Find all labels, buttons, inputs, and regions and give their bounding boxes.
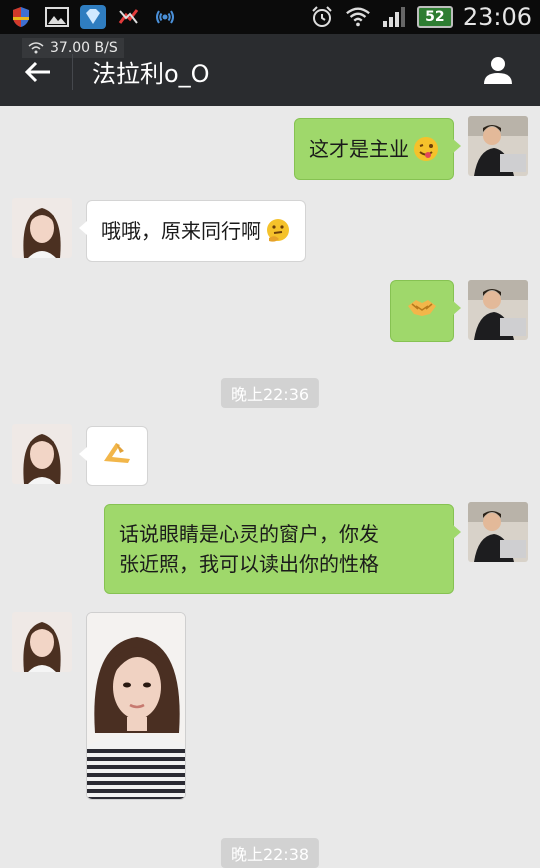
- photo-message[interactable]: [86, 612, 186, 800]
- wifi-icon: [345, 5, 371, 29]
- back-button[interactable]: [18, 52, 58, 92]
- gallery-icon: [44, 5, 70, 29]
- shield-icon: [8, 5, 34, 29]
- message-timestamp: 晚上22:38: [220, 838, 320, 868]
- winking-tongue-emoji-icon: [413, 136, 439, 162]
- pinched-hand-emoji-icon: [102, 439, 132, 473]
- message-text-line-2: 张近照，我可以读出你的性格: [119, 552, 379, 576]
- message-bubble-incoming[interactable]: [79, 426, 148, 486]
- my-avatar[interactable]: [468, 116, 528, 176]
- status-bar: 52 23:06: [0, 0, 540, 34]
- message-text: 这才是主业: [309, 137, 409, 161]
- contact-avatar[interactable]: [12, 424, 72, 484]
- status-icons-left: [8, 5, 178, 29]
- message-bubble-outgoing[interactable]: [390, 280, 461, 342]
- wireless-signal-icon: [152, 5, 178, 29]
- chat-header: 37.00 B/S 法拉利o_O: [0, 34, 540, 106]
- battery-indicator: 52: [416, 6, 453, 28]
- my-avatar[interactable]: [468, 280, 528, 340]
- message-timestamp: 晚上22:36: [220, 378, 320, 408]
- header-divider: [72, 54, 73, 90]
- message-bubble-incoming[interactable]: 哦哦，原来同行啊: [79, 200, 306, 262]
- thinking-emoji-icon: [265, 218, 291, 244]
- data-sync-icon: [116, 5, 142, 29]
- diamond-app-icon: [80, 5, 106, 29]
- status-time: 23:06: [462, 3, 532, 31]
- chat-info-button[interactable]: [478, 50, 518, 90]
- contact-name: 法拉利o_O: [92, 60, 210, 88]
- message-text-line-1: 话说眼睛是心灵的窗户，你发: [119, 522, 379, 546]
- message-bubble-outgoing[interactable]: 话说眼睛是心灵的窗户，你发 张近照，我可以读出你的性格: [104, 504, 461, 594]
- contact-avatar[interactable]: [12, 198, 72, 258]
- my-avatar[interactable]: [468, 502, 528, 562]
- message-bubble-outgoing[interactable]: 这才是主业: [294, 118, 461, 180]
- alarm-icon: [309, 5, 335, 29]
- person-icon: [484, 57, 512, 84]
- cell-signal-icon: [381, 5, 407, 29]
- status-icons-right: 52 23:06: [309, 3, 532, 31]
- chat-message-list[interactable]: 这才是主业 哦哦，原来同行啊 晚上22:36 话说眼睛是心灵的窗户，你发 张近照…: [0, 106, 540, 868]
- contact-avatar[interactable]: [12, 612, 72, 672]
- back-arrow-icon: [24, 61, 50, 83]
- handshake-emoji-icon: [406, 294, 438, 328]
- message-text: 哦哦，原来同行啊: [101, 219, 261, 243]
